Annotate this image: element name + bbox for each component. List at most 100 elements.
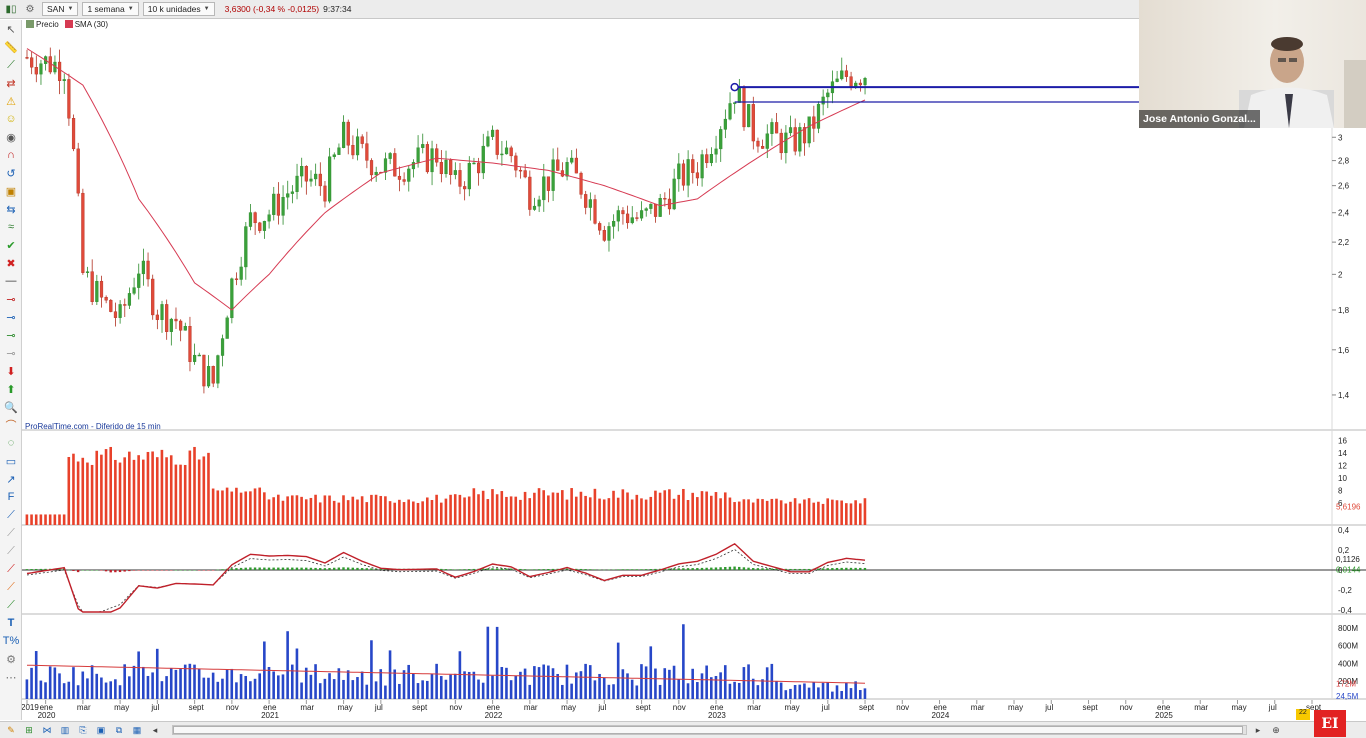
rectangle-icon[interactable]: ▭	[0, 452, 22, 470]
scroll-left-icon[interactable]: ◂	[148, 724, 162, 736]
volume-bar	[593, 680, 597, 699]
volume-bar	[491, 675, 494, 699]
macd-hist-bar	[598, 569, 601, 571]
delete-all-icon[interactable]: ▣	[0, 182, 22, 200]
red-segment-icon[interactable]: ⊸	[0, 290, 22, 308]
volume-bar	[62, 683, 66, 699]
price-candle	[858, 82, 862, 86]
save-icon[interactable]: ▣	[94, 724, 108, 736]
price-candle	[630, 217, 634, 224]
macd-hist-bar	[35, 568, 38, 570]
macd-hist-bar	[765, 568, 769, 570]
time-scrollbar[interactable]	[172, 725, 1247, 735]
price-candle	[691, 159, 695, 173]
percent-text-icon[interactable]: T%	[0, 632, 22, 650]
time-axis-label: sept	[1083, 703, 1099, 712]
ruler-icon[interactable]: 📏	[0, 38, 22, 56]
volatility-bar	[514, 496, 518, 525]
volatility-bar	[779, 500, 783, 525]
units-selector[interactable]: 10 k unidades ▼	[142, 2, 215, 16]
orange-line-icon[interactable]: ⟋	[0, 578, 22, 596]
price-candle	[127, 293, 132, 306]
time-axis-label: mar	[971, 703, 985, 712]
undo-icon[interactable]: ↺	[0, 164, 22, 182]
price-candle	[160, 304, 164, 320]
blue-segment-icon[interactable]: ⊸	[0, 308, 22, 326]
volatility-bar	[342, 495, 345, 525]
settings-icon[interactable]: ⚙	[0, 650, 22, 668]
volatility-bar	[719, 498, 722, 525]
pitchfork-icon[interactable]: ⟋	[0, 542, 22, 560]
price-candle	[570, 157, 574, 163]
check-icon[interactable]: ✔	[0, 236, 22, 254]
time-scrollbar-thumb[interactable]	[173, 726, 1243, 734]
price-candle	[281, 197, 285, 216]
up-arrow-icon[interactable]: ⬆	[0, 380, 22, 398]
volatility-bar	[81, 457, 85, 525]
grid-icon[interactable]: ▦	[130, 724, 144, 736]
chart-add-icon[interactable]: ⊞	[22, 724, 36, 736]
macd-hist-bar	[309, 567, 313, 570]
price-candle	[141, 260, 145, 275]
text-icon[interactable]: T	[0, 614, 22, 632]
copy-icon[interactable]: ⎘	[76, 724, 90, 736]
price-candle	[374, 171, 378, 176]
zoom-in-icon[interactable]: ⊕	[1269, 724, 1283, 736]
warning-icon[interactable]: ⚠	[0, 92, 22, 110]
eye-icon[interactable]: ◉	[0, 128, 22, 146]
volatility-bar	[295, 495, 299, 525]
ticker-selector[interactable]: SAN ▼	[42, 2, 79, 16]
share-icon[interactable]: ⋈	[40, 724, 54, 736]
macd-line	[26, 542, 866, 613]
magnet-icon[interactable]: ∩	[0, 146, 22, 164]
volatility-bar	[803, 499, 806, 525]
duplicate-icon[interactable]: ⧉	[112, 724, 126, 736]
macd-hist-bar	[733, 566, 736, 570]
volume-bar	[346, 670, 350, 699]
arrow-line-icon[interactable]: ↗	[0, 470, 22, 488]
chart-type-icon[interactable]: ▮▯	[3, 2, 19, 16]
trendline-icon[interactable]: ⟋	[0, 56, 22, 74]
cross-icon[interactable]: ✖	[0, 254, 22, 272]
star-icon[interactable]: ⚙	[22, 2, 38, 16]
period-selector[interactable]: 1 semana ▼	[82, 2, 139, 16]
cursor-icon[interactable]: ↖	[0, 20, 22, 38]
macd-hist-bar	[468, 569, 471, 570]
green-line-icon[interactable]: ⟋	[0, 596, 22, 614]
more-icon[interactable]: ⋯	[0, 668, 22, 686]
channel-gray-icon[interactable]: ⟋	[0, 524, 22, 542]
price-candle	[309, 178, 313, 182]
volume-bar	[207, 677, 210, 699]
price-candle	[844, 70, 849, 77]
price-candle	[639, 210, 644, 219]
red-line-icon[interactable]: ⟋	[0, 560, 22, 578]
price-candle	[202, 354, 206, 387]
scroll-right-icon[interactable]: ▸	[1251, 724, 1265, 736]
macd-hist-bar	[95, 570, 98, 571]
gray-segment-icon[interactable]: ⊸	[0, 344, 22, 362]
channel-icon[interactable]: ⟋	[0, 506, 22, 524]
volatility-bar	[761, 499, 764, 525]
pencil-icon[interactable]: ✎	[4, 724, 18, 736]
smiley-icon[interactable]: ☺	[0, 110, 22, 128]
wave-icon[interactable]: ≈	[0, 218, 22, 236]
macd-hist-bar	[128, 570, 131, 572]
zoom-icon[interactable]: 🔍	[0, 398, 22, 416]
macd-hist-bar	[500, 568, 503, 570]
down-arrow-icon[interactable]: ⬇	[0, 362, 22, 380]
curve-green-icon[interactable]: ◌	[0, 434, 22, 452]
volatility-bar	[626, 492, 629, 525]
fibonacci-icon[interactable]: F	[0, 488, 22, 506]
volume-bar	[230, 668, 234, 699]
price-candle	[71, 118, 76, 150]
arrows-icon[interactable]: ⇆	[0, 200, 22, 218]
curve-red-icon[interactable]: ⌒	[0, 416, 22, 434]
horizontal-line-icon[interactable]: ⇄	[0, 74, 22, 92]
green-segment-icon[interactable]: ⊸	[0, 326, 22, 344]
layout-icon[interactable]: ▥	[58, 724, 72, 736]
time-readout: 9:37:34	[323, 4, 352, 14]
macd-hist-bar	[547, 569, 550, 570]
volume-bar	[90, 665, 94, 699]
price-candle	[765, 133, 769, 149]
line-tool-icon[interactable]: —	[0, 272, 22, 290]
